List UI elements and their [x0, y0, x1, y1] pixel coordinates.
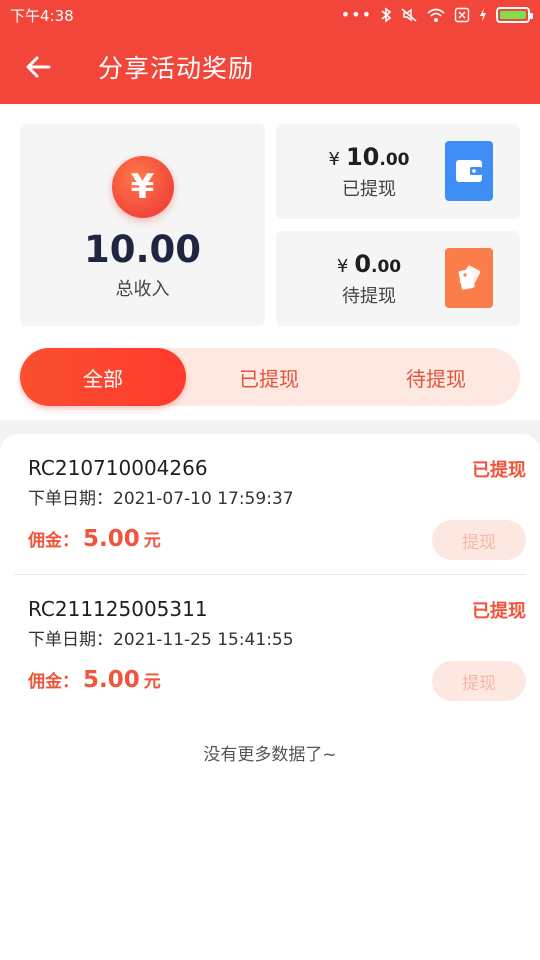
commission-value: 5.00: [83, 526, 140, 552]
pending-int: 0: [354, 249, 372, 278]
list-item: RC210710004266 已提现 下单日期：2021-07-10 17:59…: [14, 434, 526, 574]
withdrawn-amount-block: ¥10.00 已提现: [276, 124, 462, 219]
mute-icon: [400, 7, 418, 23]
tab-pending[interactable]: 待提现: [352, 348, 520, 406]
sim-off-icon: [454, 7, 470, 23]
back-button[interactable]: [2, 30, 74, 104]
withdraw-button[interactable]: 提现: [432, 661, 526, 701]
app-root: 下午4:38 ••• 分享活动奖励 ¥ 10.00 总收入 ¥ 10.00 已提…: [0, 0, 540, 960]
order-id: RC211125005311: [28, 597, 208, 621]
order-list: RC210710004266 已提现 下单日期：2021-07-10 17:59…: [0, 434, 540, 960]
header: 下午4:38 ••• 分享活动奖励: [0, 0, 540, 104]
filter-tabs: 全部 已提现 待提现: [20, 348, 520, 406]
list-item: RC211125005311 已提现 下单日期：2021-11-25 15:41…: [14, 574, 526, 714]
commission-unit: 元: [143, 531, 161, 551]
total-income-value: 10.00: [83, 228, 202, 271]
wifi-icon: [426, 7, 446, 23]
stats-section: ¥ 10.00 总收入 ¥10.00 已提现 ¥0.00 待提现: [20, 124, 520, 326]
pending-amount-block: ¥0.00 待提现: [276, 231, 462, 326]
withdrawn-amount: ¥10.00: [329, 143, 410, 171]
status-left: 下午4:38: [10, 5, 74, 26]
tab-withdrawn[interactable]: 已提现: [186, 348, 352, 406]
commission-label: 佣金：: [28, 531, 79, 551]
wallet-icon: [445, 141, 493, 201]
bluetooth-icon: [380, 7, 392, 23]
order-date: 下单日期：2021-11-25 15:41:55: [28, 630, 294, 650]
commission-unit: 元: [143, 672, 161, 692]
total-income-label: 总收入: [115, 279, 170, 300]
battery-level: [500, 11, 526, 19]
withdrawn-card[interactable]: ¥10.00 已提现: [276, 124, 520, 219]
withdrawn-currency: ¥: [328, 148, 340, 170]
commission-label: 佣金：: [28, 672, 79, 692]
cards-icon: [445, 248, 493, 308]
withdrawn-int: 10: [345, 142, 380, 171]
page-title: 分享活动奖励: [98, 54, 255, 83]
no-more-data-text: 没有更多数据了~: [203, 745, 337, 765]
pending-amount: ¥0.00: [337, 250, 401, 278]
order-status: 已提现: [472, 460, 526, 481]
tab-all[interactable]: 全部: [20, 348, 186, 406]
total-income-card: ¥ 10.00 总收入: [20, 124, 265, 326]
arrow-left-icon: [26, 56, 51, 78]
commission-value: 5.00: [83, 667, 140, 693]
order-status: 已提现: [472, 601, 526, 622]
battery-icon: [496, 7, 533, 23]
pending-label: 待提现: [342, 285, 396, 307]
order-id: RC210710004266: [28, 456, 208, 480]
withdraw-button[interactable]: 提现: [432, 520, 526, 560]
commission: 佣金： 5.00 元: [28, 667, 161, 693]
status-time: 下午4:38: [10, 6, 74, 25]
status-right: •••: [340, 5, 533, 24]
pending-card[interactable]: ¥0.00 待提现: [276, 231, 520, 326]
more-dots-icon: •••: [340, 5, 372, 24]
withdrawn-label: 已提现: [342, 178, 396, 200]
yen-icon: ¥: [111, 156, 174, 218]
status-bar: 下午4:38 •••: [0, 0, 540, 30]
withdrawn-dec: .00: [379, 149, 410, 170]
pending-currency: ¥: [336, 255, 349, 277]
commission: 佣金： 5.00 元: [28, 526, 161, 552]
pending-dec: .00: [371, 256, 402, 277]
order-date: 下单日期：2021-07-10 17:59:37: [28, 489, 294, 509]
charging-icon: [478, 7, 488, 23]
nav-bar: 分享活动奖励: [0, 30, 540, 104]
